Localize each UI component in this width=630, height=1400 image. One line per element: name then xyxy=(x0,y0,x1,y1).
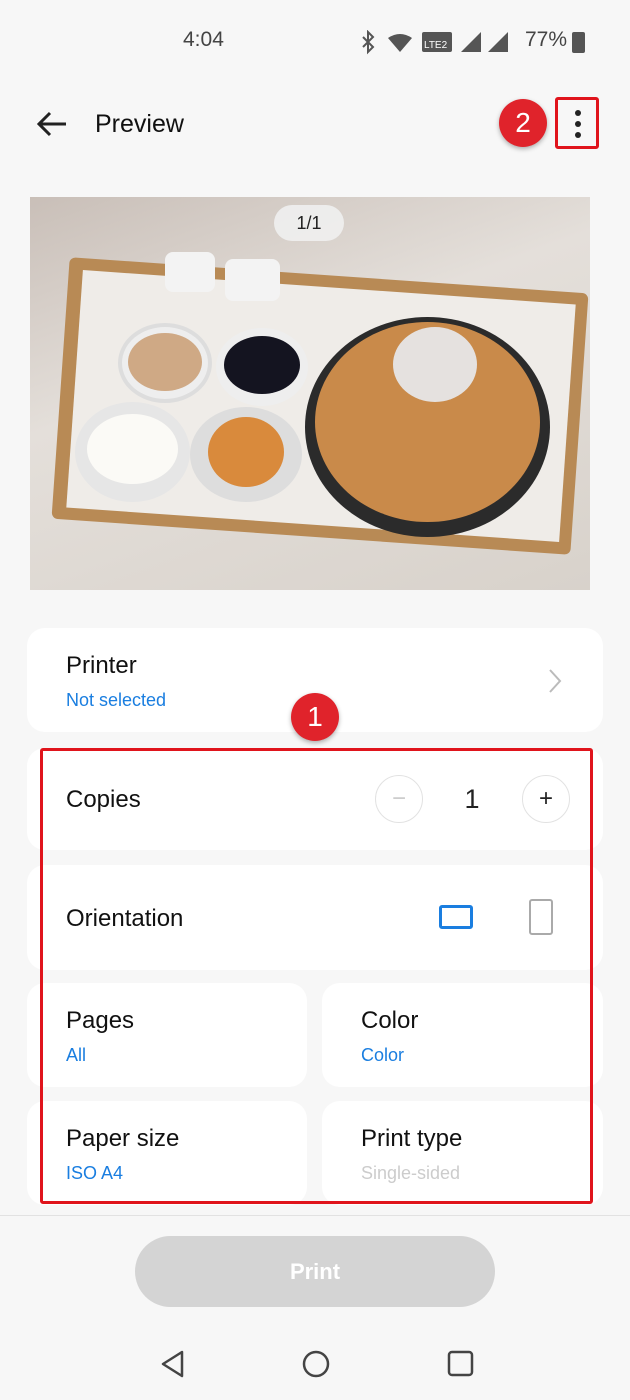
nav-back-button[interactable] xyxy=(158,1349,188,1379)
status-time: 4:04 xyxy=(183,28,224,51)
printer-label: Printer xyxy=(66,652,137,679)
chevron-right-icon xyxy=(549,669,562,693)
printer-value: Not selected xyxy=(66,690,167,710)
annotation-box-menu xyxy=(555,97,599,149)
bluetooth-icon xyxy=(362,30,375,55)
annotation-badge-1: 1 xyxy=(291,693,339,741)
page-title: Preview xyxy=(95,110,184,138)
signal-roaming-icon xyxy=(461,32,481,52)
nav-recents-button[interactable] xyxy=(446,1349,476,1379)
print-button[interactable]: Print xyxy=(135,1236,495,1307)
preview-image: 1/1 xyxy=(30,197,590,590)
annotation-badge-2: 2 xyxy=(499,99,547,147)
battery-charging-icon xyxy=(572,32,585,53)
back-button[interactable] xyxy=(36,110,68,138)
volte2-icon: LTE2 xyxy=(422,32,452,52)
wifi-icon xyxy=(388,34,412,52)
page-indicator: 1/1 xyxy=(274,205,344,241)
annotation-box-settings xyxy=(40,748,593,1204)
battery-percent: 77% xyxy=(525,28,568,51)
nav-home-button[interactable] xyxy=(301,1349,331,1379)
signal-icon xyxy=(488,32,508,52)
svg-text:LTE2: LTE2 xyxy=(424,40,448,51)
